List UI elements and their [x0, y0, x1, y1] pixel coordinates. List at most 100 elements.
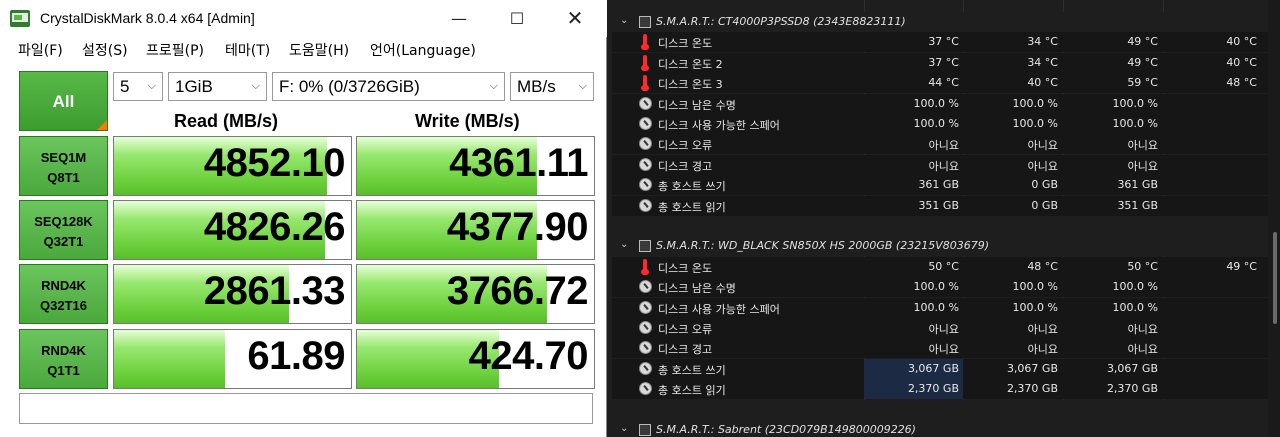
min-value: 34 °C [1027, 35, 1058, 49]
current-value: 100.0 % [913, 280, 959, 294]
write-result-seq128k: 4377.90 [356, 200, 595, 260]
max-value: 100.0 % [1112, 280, 1158, 294]
thermometer-icon [641, 34, 649, 51]
sensor-label: 디스크 사용 가능한 스페어 [658, 302, 780, 316]
min-value: 2,370 GB [1006, 382, 1058, 396]
chevron-down-icon[interactable]: ⌄ [620, 423, 628, 434]
all-button-label: All [52, 92, 75, 111]
write-value: 3766.72 [446, 269, 589, 313]
all-button[interactable]: All [19, 71, 108, 131]
read-value: 2861.33 [203, 269, 346, 313]
chevron-down-icon: ⌵ [489, 80, 498, 92]
chevron-down-icon: ⌵ [147, 80, 156, 92]
current-value: 37 °C [928, 35, 959, 49]
max-value: 100.0 % [1112, 300, 1158, 314]
test-queue: Q32T16 [40, 298, 87, 313]
min-value: 100.0 % [1012, 117, 1058, 130]
count-select[interactable]: 5 ⌵ [113, 72, 163, 101]
spacer-row [612, 399, 1268, 420]
sensor-row: 디스크 사용 가능한 스페어 100.0 % 100.0 % 100.0 % [612, 297, 1268, 318]
current-value: 37 °C [928, 55, 959, 69]
menu-profile[interactable]: 프로필(P) [146, 40, 204, 60]
current-value: 44 °C [928, 76, 959, 90]
min-value: 40 °C [1027, 76, 1058, 90]
drive-chip-icon [639, 424, 651, 436]
min-value: 100.0 % [1012, 280, 1058, 294]
read-result-rnd4k-q32t16: 2861.33 [113, 264, 352, 324]
size-select[interactable]: 1GiB ⌵ [168, 72, 267, 101]
size-value: 1GiB [175, 77, 213, 96]
sensor-label: 총 호스트 쓰기 [658, 363, 726, 377]
group-label: S.M.A.R.T.: Sabrent (23CD079B14980000922… [656, 423, 916, 436]
test-name: RND4K [41, 278, 86, 293]
smart-group-header[interactable]: ⌄ S.M.A.R.T.: Sabrent (23CD079B1498000092… [612, 420, 1268, 437]
minimize-button[interactable]: — [430, 0, 488, 37]
gauge-icon [639, 300, 652, 314]
thermometer-icon [641, 258, 649, 275]
current-value: 50 °C [928, 259, 959, 273]
window-title: CrystalDiskMark 8.0.4 x64 [Admin] [40, 10, 255, 26]
max-value: 49 °C [1127, 35, 1158, 49]
close-button[interactable]: ✕ [546, 0, 604, 37]
test-button-rnd4k-q1t1[interactable]: RND4K Q1T1 [19, 329, 108, 389]
unit-select[interactable]: MB/s ⌵ [510, 72, 594, 101]
min-value: 아니요 [1027, 323, 1058, 336]
maximize-button[interactable]: ☐ [488, 0, 546, 37]
write-header: Write (MB/s) [415, 111, 520, 131]
current-value: 100.0 % [913, 117, 959, 130]
read-result-seq1m: 4852.10 [113, 136, 352, 196]
chevron-down-icon[interactable]: ⌄ [620, 239, 628, 250]
current-value: 아니요 [928, 139, 959, 153]
menu-help[interactable]: 도움말(H) [289, 40, 349, 60]
read-value: 4852.10 [203, 141, 346, 185]
min-value: 3,067 GB [1006, 361, 1058, 375]
smart-group-header[interactable]: ⌄ S.M.A.R.T.: WD_BLACK SN850X HS 2000GB (… [612, 236, 1268, 257]
count-value: 5 [120, 77, 130, 96]
menu-settings[interactable]: 설정(S) [82, 40, 128, 60]
min-value: 0 GB [1031, 198, 1058, 212]
test-name: RND4K [41, 343, 86, 358]
min-value: 아니요 [1027, 343, 1058, 357]
menu-file[interactable]: 파일(F) [18, 40, 63, 60]
comment-field[interactable] [19, 393, 593, 424]
scrollbar-thumb[interactable] [1273, 232, 1277, 324]
min-value: 0 GB [1031, 178, 1058, 192]
group-label: S.M.A.R.T.: WD_BLACK SN850X HS 2000GB (2… [656, 239, 990, 253]
sensor-panel: ⌄ S.M.A.R.T.: CT4000P3PSSD8 (2343E8823111… [612, 0, 1280, 437]
sensor-label: 디스크 오류 [658, 139, 713, 153]
sensor-label: 총 호스트 쓰기 [658, 180, 726, 194]
write-result-rnd4k-q32t16: 3766.72 [356, 264, 595, 324]
current-value: 3,067 GB [907, 361, 959, 375]
thermometer-icon [641, 75, 649, 92]
drive-select[interactable]: F: 0% (0/3726GiB) ⌵ [272, 72, 505, 101]
read-value: 4826.26 [203, 205, 346, 249]
sensor-label: 총 호스트 읽기 [658, 384, 726, 398]
read-value: 61.89 [247, 334, 345, 378]
sensor-label: 디스크 오류 [658, 323, 713, 336]
sensor-row: 총 호스트 읽기 351 GB 0 GB 351 GB [612, 195, 1268, 216]
gauge-icon [639, 178, 652, 192]
chevron-down-icon[interactable]: ⌄ [620, 15, 628, 26]
test-button-seq128k-q32t1[interactable]: SEQ128K Q32T1 [19, 200, 108, 260]
sensor-row: 디스크 오류 아니요 아니요 아니요 [612, 318, 1268, 338]
avg-value: 48 °C [1226, 76, 1257, 90]
test-button-seq1m-q8t1[interactable]: SEQ1M Q8T1 [19, 136, 108, 196]
sensor-label: 디스크 경고 [658, 343, 713, 357]
current-value: 361 GB [918, 178, 959, 192]
title-bar[interactable]: CrystalDiskMark 8.0.4 x64 [Admin] — ☐ ✕ [0, 0, 607, 37]
min-value: 48 °C [1027, 259, 1058, 273]
max-value: 3,067 GB [1106, 361, 1158, 375]
chevron-down-icon: ⌵ [251, 80, 260, 92]
test-button-rnd4k-q32t16[interactable]: RND4K Q32T16 [19, 264, 108, 324]
sensor-row: 총 호스트 쓰기 3,067 GB 3,067 GB 3,067 GB [612, 358, 1268, 379]
current-value: 351 GB [918, 198, 959, 212]
menu-language[interactable]: 언어(Language) [370, 40, 476, 60]
unit-value: MB/s [517, 77, 556, 96]
scrollbar[interactable] [1268, 0, 1280, 437]
max-value: 100.0 % [1112, 117, 1158, 130]
max-value: 59 °C [1127, 76, 1158, 90]
smart-group-header[interactable]: ⌄ S.M.A.R.T.: CT4000P3PSSD8 (2343E8823111… [612, 12, 1268, 32]
min-value: 34 °C [1027, 55, 1058, 69]
menu-theme[interactable]: 테마(T) [225, 40, 270, 60]
max-value: 아니요 [1127, 343, 1158, 357]
